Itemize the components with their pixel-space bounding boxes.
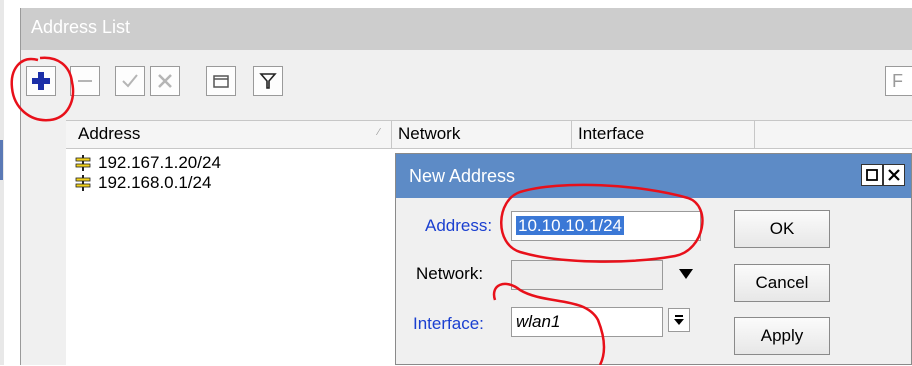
column-divider [754,121,755,148]
apply-button[interactable]: Apply [734,317,830,355]
network-label: Network: [416,264,484,283]
enable-button[interactable] [115,66,145,96]
column-divider [571,121,572,148]
window-titlebar: Address List [21,8,912,50]
ok-button[interactable]: OK [734,210,830,248]
cancel-button[interactable]: Cancel [734,264,830,302]
address-cell: 192.167.1.20/24 [98,153,221,172]
check-icon [122,74,138,88]
address-label: Address: [425,216,493,235]
table-row[interactable]: 192.167.1.20/24 [74,152,221,174]
address-value: 10.10.10.1/24 [516,216,624,235]
find-input[interactable]: F [885,66,912,96]
interface-field[interactable]: wlan1 [511,307,663,337]
close-icon [888,169,900,181]
x-icon [158,74,172,88]
address-icon [75,175,91,191]
minus-icon [78,80,92,82]
maximize-icon [866,169,878,181]
network-dropdown-icon[interactable] [678,268,694,280]
new-address-dialog: New Address Address: 10.10.10.1/24 Netwo… [395,153,912,365]
column-divider [391,121,392,148]
comment-button[interactable] [206,66,236,96]
close-button[interactable] [883,164,905,186]
dialog-titlebar[interactable]: New Address [396,154,911,198]
dialog-title: New Address [409,166,516,186]
interface-dropdown-button[interactable] [668,308,690,332]
remove-button[interactable] [70,66,100,96]
add-button[interactable] [26,66,56,96]
address-icon [75,155,91,171]
plus-icon [32,72,50,90]
filter-icon [259,73,277,89]
table-header: Address ⁄ Network Interface [66,121,912,149]
column-header-address[interactable]: Address [78,124,140,144]
address-field[interactable]: 10.10.10.1/24 [511,211,701,241]
address-cell: 192.168.0.1/24 [98,173,212,192]
disable-button[interactable] [150,66,180,96]
toolbar: F [21,50,912,120]
interface-label: Interface: [413,314,484,333]
dropdown-arrow-icon [674,315,684,325]
maximize-button[interactable] [861,164,883,186]
table-row[interactable]: 192.168.0.1/24 [74,172,211,194]
window-title: Address List [31,17,131,37]
sort-icon: ⁄ [378,127,380,138]
comment-icon [213,75,229,88]
left-panel-edge [0,0,4,365]
column-header-network[interactable]: Network [398,124,460,144]
filter-button[interactable] [253,66,283,96]
network-field[interactable] [511,260,663,290]
column-header-interface[interactable]: Interface [578,124,644,144]
